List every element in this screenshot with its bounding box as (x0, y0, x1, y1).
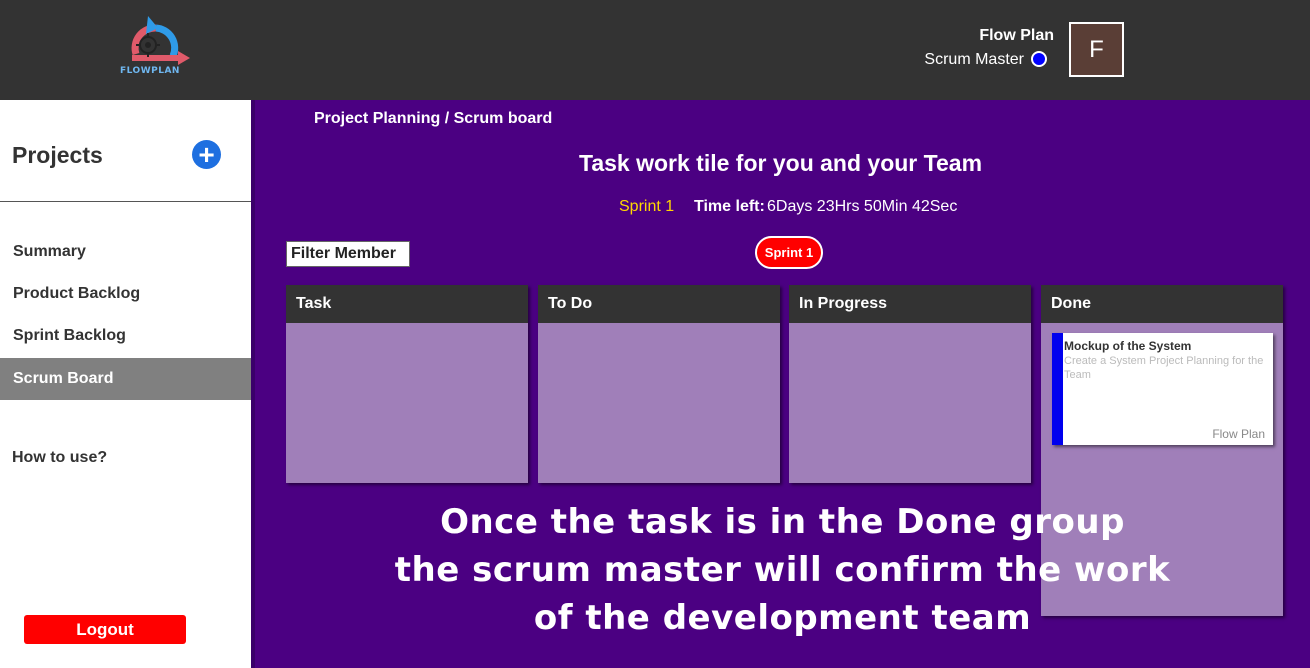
how-to-use-link[interactable]: How to use? (12, 449, 107, 467)
task-card-title: Mockup of the System (1064, 339, 1192, 353)
online-status-icon (1031, 51, 1047, 67)
caption-line: of the development team (533, 598, 1032, 638)
projects-heading: Projects (12, 142, 103, 168)
task-card[interactable]: Mockup of the System Create a System Pro… (1052, 333, 1273, 445)
add-project-button[interactable]: + (192, 140, 221, 169)
task-card-owner: Flow Plan (1212, 427, 1265, 441)
caption-line: the scrum master will confirm the work (394, 550, 1171, 590)
logo-wordmark: FLOWPLAN (120, 66, 180, 76)
column-header-task: Task (286, 285, 528, 323)
page-title: Task work tile for you and your Team (579, 150, 983, 176)
time-left-label: Time left: (694, 198, 765, 215)
sidebar-item-sprint-backlog[interactable]: Sprint Backlog (0, 315, 251, 357)
board-column-todo: To Do (538, 285, 780, 483)
board-column-in-progress: In Progress (789, 285, 1031, 483)
column-dropzone-task[interactable] (286, 323, 528, 483)
task-card-description: Create a System Project Planning for the… (1064, 355, 1264, 381)
column-header-done: Done (1041, 285, 1283, 323)
user-role: Scrum Master (924, 51, 1024, 68)
breadcrumb: Project Planning / Scrum board (314, 110, 553, 127)
top-header: FLOWPLAN Flow Plan Scrum Master F (0, 0, 1310, 100)
sidebar-item-scrum-board[interactable]: Scrum Board (0, 358, 251, 400)
sprint-selector-button[interactable]: Sprint 1 (755, 236, 823, 269)
user-name: Flow Plan (979, 27, 1054, 44)
sidebar-item-summary[interactable]: Summary (0, 231, 251, 273)
sidebar: Projects + Summary Product Backlog Sprin… (0, 100, 251, 668)
board-column-task: Task (286, 285, 528, 483)
time-left-value: 6Days 23Hrs 50Min 42Sec (767, 198, 958, 215)
logout-button[interactable]: Logout (24, 615, 186, 644)
filter-member-select[interactable]: Filter Member (286, 241, 410, 267)
column-header-in-progress: In Progress (789, 285, 1031, 323)
avatar[interactable]: F (1069, 22, 1124, 77)
sprint-name: Sprint 1 (619, 198, 675, 215)
tutorial-caption: Once the task is in the Done group the s… (255, 498, 1310, 642)
sidebar-divider (0, 201, 251, 202)
column-dropzone-in-progress[interactable] (789, 323, 1031, 483)
column-header-todo: To Do (538, 285, 780, 323)
task-card-color-bar (1052, 333, 1063, 445)
caption-line: Once the task is in the Done group (440, 502, 1125, 542)
sidebar-item-product-backlog[interactable]: Product Backlog (0, 273, 251, 315)
column-dropzone-todo[interactable] (538, 323, 780, 483)
